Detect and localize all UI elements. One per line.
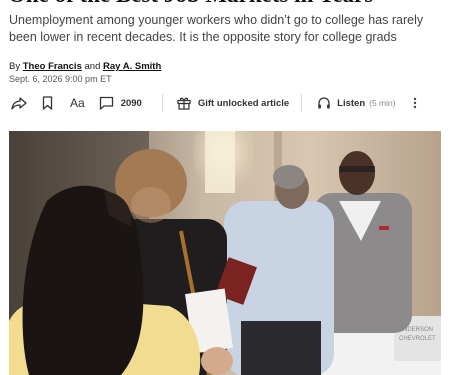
byline-prefix: By xyxy=(9,61,21,72)
listen-button[interactable]: Listen xyxy=(337,98,365,109)
headphones-icon[interactable] xyxy=(316,94,331,112)
gift-icon[interactable] xyxy=(177,94,192,112)
comment-count[interactable]: 2090 xyxy=(121,98,142,109)
publish-date: Sept. 6, 2026 9:00 pm ET xyxy=(9,74,112,84)
share-icon[interactable] xyxy=(11,94,27,112)
article-headline: One of the Best Job Markets in Years xyxy=(8,0,448,8)
text-size-button[interactable]: Aa xyxy=(70,94,85,112)
byline: By Theo Francis and Ray A. Smith xyxy=(9,61,161,72)
article-hero-photo: ANDERSON CHEVROLET xyxy=(9,131,441,375)
byline-and: and xyxy=(84,61,101,72)
listen-duration: (5 min) xyxy=(369,98,396,108)
more-options-icon[interactable] xyxy=(410,94,420,112)
article-toolbar: Aa 2090 Gift unlocked article Listen (5 … xyxy=(9,92,439,114)
author-link-1[interactable]: Theo Francis xyxy=(23,61,82,72)
toolbar-divider xyxy=(301,94,303,112)
toolbar-divider xyxy=(161,94,163,112)
article-subheadline: Unemployment among younger workers who d… xyxy=(9,13,424,44)
gift-article-button[interactable]: Gift unlocked article xyxy=(198,98,289,109)
sign-text: CHEVROLET xyxy=(399,336,436,342)
bookmark-icon[interactable] xyxy=(41,94,53,112)
job-fair-photo: ANDERSON CHEVROLET xyxy=(9,131,441,375)
comment-icon[interactable] xyxy=(99,94,115,112)
author-link-2[interactable]: Ray A. Smith xyxy=(103,61,161,72)
